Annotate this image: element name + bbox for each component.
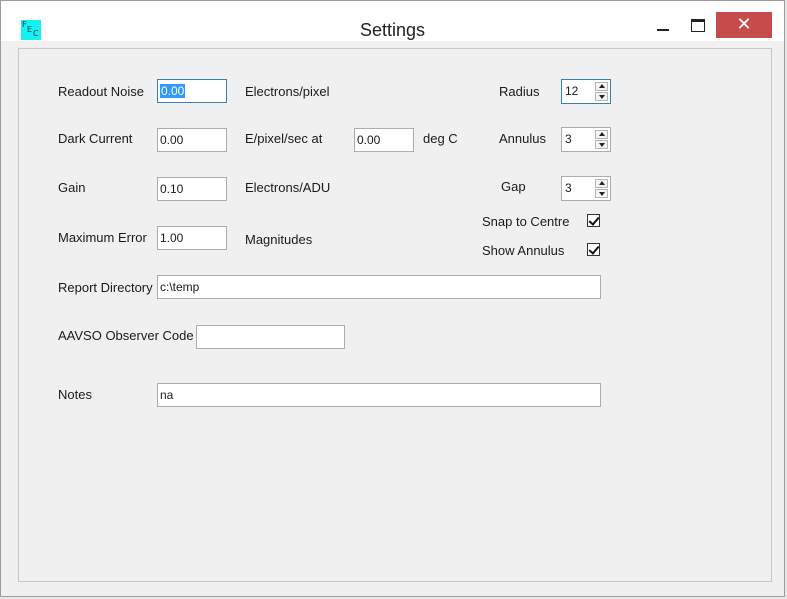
readout-noise-label: Readout Noise: [58, 84, 144, 99]
aavso-observer-code-input[interactable]: [196, 325, 345, 349]
gap-label: Gap: [501, 179, 526, 194]
gap-spinner[interactable]: 3: [561, 176, 611, 201]
minimize-button[interactable]: [647, 12, 679, 38]
gap-down-icon[interactable]: [595, 189, 608, 198]
radius-down-icon[interactable]: [595, 92, 608, 101]
gain-input[interactable]: 0.10: [157, 177, 227, 201]
gap-value: 3: [565, 181, 572, 195]
notes-label: Notes: [58, 387, 92, 402]
dark-current-unit: E/pixel/sec at: [245, 131, 323, 146]
gap-up-icon[interactable]: [595, 179, 608, 188]
readout-noise-input[interactable]: 0.00: [157, 79, 227, 103]
close-icon: ✕: [736, 14, 752, 34]
temperature-input[interactable]: 0.00: [354, 128, 414, 152]
close-button[interactable]: ✕: [716, 12, 772, 38]
report-directory-label: Report Directory: [58, 280, 153, 295]
annulus-label: Annulus: [499, 131, 546, 146]
radius-spinner[interactable]: 12: [561, 79, 611, 104]
snap-to-centre-checkbox[interactable]: [587, 214, 600, 227]
notes-input[interactable]: na: [157, 383, 601, 407]
annulus-down-icon[interactable]: [595, 140, 608, 149]
readout-noise-unit: Electrons/pixel: [245, 84, 330, 99]
show-annulus-label: Show Annulus: [482, 243, 565, 258]
gain-unit: Electrons/ADU: [245, 180, 331, 195]
dark-current-label: Dark Current: [58, 131, 133, 146]
maximize-button[interactable]: [682, 12, 714, 38]
snap-to-centre-label: Snap to Centre: [482, 214, 570, 229]
aavso-observer-code-label: AAVSO Observer Code: [58, 328, 194, 343]
radius-label: Radius: [499, 84, 540, 99]
maximum-error-label: Maximum Error: [58, 230, 147, 245]
radius-up-icon[interactable]: [595, 82, 608, 91]
radius-value: 12: [565, 84, 579, 98]
title-bar[interactable]: FEC Settings ✕: [1, 1, 784, 41]
report-directory-input[interactable]: c:\temp: [157, 275, 601, 299]
maximum-error-unit: Magnitudes: [245, 232, 313, 247]
settings-window: FEC Settings ✕ Readout Noise 0.00 Electr…: [0, 0, 785, 597]
maximum-error-input[interactable]: 1.00: [157, 226, 227, 250]
annulus-up-icon[interactable]: [595, 130, 608, 139]
gain-label: Gain: [58, 180, 86, 195]
temperature-unit: deg C: [423, 131, 458, 146]
dark-current-input[interactable]: 0.00: [157, 128, 227, 152]
annulus-spinner[interactable]: 3: [561, 127, 611, 152]
annulus-value: 3: [565, 132, 572, 146]
show-annulus-checkbox[interactable]: [587, 243, 600, 256]
